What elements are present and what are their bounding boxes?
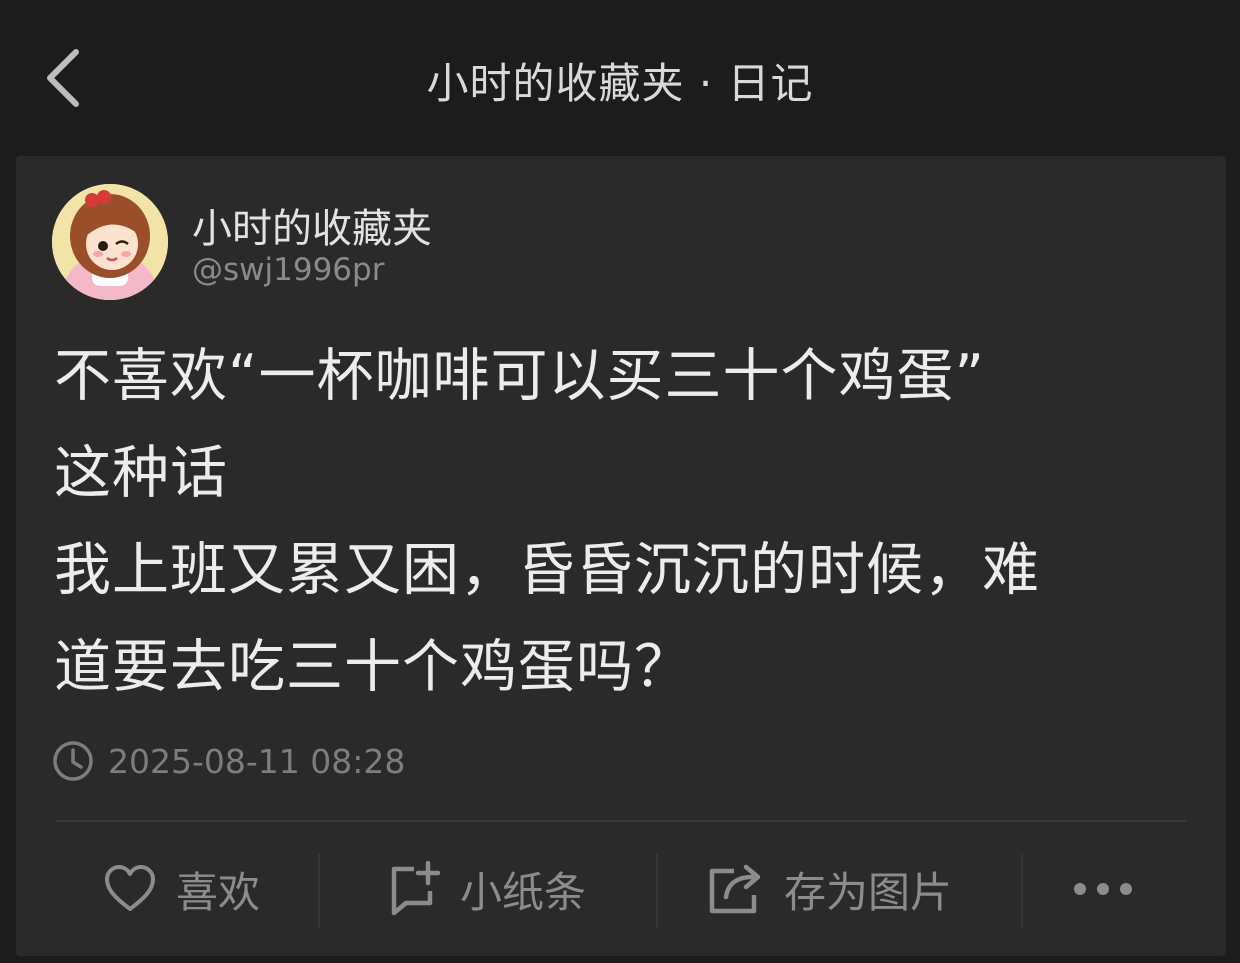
action-bar: 喜欢 小纸条 存为图片 <box>16 822 1226 956</box>
more-button[interactable] <box>1072 822 1134 956</box>
like-label: 喜欢 <box>176 867 261 917</box>
action-separator <box>1021 854 1023 928</box>
post-line: 道要去吃三十个鸡蛋吗？ <box>54 634 692 700</box>
diary-card: 小时的收藏夹 @swj1996pr 不喜欢“一杯咖啡可以买三十个鸡蛋” 这种话 … <box>16 156 1226 956</box>
save-image-button[interactable]: 存为图片 <box>708 822 952 956</box>
page-title: 小时的收藏夹 · 日记 <box>426 59 814 108</box>
top-navigation-bar: 小时的收藏夹 · 日记 <box>0 0 1240 155</box>
author-name[interactable]: 小时的收藏夹 <box>192 196 432 254</box>
save-image-label: 存为图片 <box>784 867 953 917</box>
note-add-icon <box>391 861 440 916</box>
more-icon <box>1074 883 1132 895</box>
like-button[interactable]: 喜欢 <box>104 822 260 956</box>
post-content: 不喜欢“一杯咖啡可以买三十个鸡蛋” 这种话 我上班又累又困，昏昏沉沉的时候，难 … <box>54 328 1204 716</box>
action-separator <box>656 854 658 928</box>
heart-icon <box>105 865 155 911</box>
post-line: 我上班又累又困，昏昏沉沉的时候，难 <box>54 537 1040 603</box>
note-button[interactable]: 小纸条 <box>388 822 586 956</box>
author-handle: @swj1996pr <box>192 252 385 288</box>
post-timestamp: 2025-08-11 08:28 <box>52 739 405 783</box>
timestamp-text: 2025-08-11 08:28 <box>108 741 406 781</box>
post-line: 不喜欢“一杯咖啡可以买三十个鸡蛋” <box>54 343 986 409</box>
share-icon <box>709 864 761 914</box>
avatar-illustration-icon <box>52 184 168 300</box>
note-label: 小纸条 <box>460 867 587 917</box>
clock-icon <box>53 741 93 781</box>
avatar[interactable] <box>52 184 168 300</box>
action-separator <box>318 854 320 928</box>
post-line: 这种话 <box>54 440 228 506</box>
